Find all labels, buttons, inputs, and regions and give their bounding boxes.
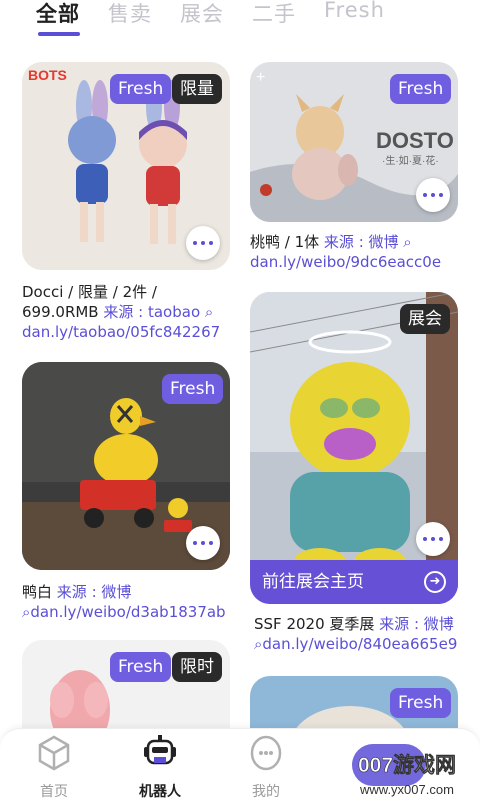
link-icon: ⌕ [204, 303, 214, 321]
card-docci-caption: Docci / 限量 / 2件 / 699.0RMB 来源 : taobao ⌕… [22, 282, 236, 342]
source-label[interactable]: 来源 : 微博 [379, 615, 454, 633]
limited-time-badge: 限时 [172, 652, 222, 682]
fresh-badge: Fresh [110, 74, 172, 104]
nav-me[interactable]: 我的 [226, 733, 306, 800]
card-ssf-exhibition[interactable]: 展会 前往展会主页 ➜ [250, 292, 458, 604]
tab-sale[interactable]: 售卖 [108, 0, 152, 28]
go-to-exhibition-button[interactable]: 前往展会主页 ➜ [250, 560, 458, 604]
more-options-button[interactable] [186, 526, 220, 560]
dosto-subtitle: ·生·如·夏·花· [382, 154, 439, 167]
home-cube-icon [38, 735, 70, 771]
fresh-badge: Fresh [390, 688, 452, 718]
source-label[interactable]: 来源 : 微博 [324, 233, 399, 251]
source-link[interactable]: dan.ly/weibo/840ea665e9 [262, 635, 457, 653]
fresh-badge: Fresh [162, 374, 224, 404]
arrow-right-icon: ➜ [424, 571, 446, 593]
fresh-badge: Fresh [390, 74, 452, 104]
card-taoya-caption: 桃鸭 / 1体 来源 : 微博 ⌕ dan.ly/weibo/9dc6eacc0… [250, 232, 464, 272]
exhibition-cta-label: 前往展会主页 [262, 572, 364, 592]
source-label[interactable]: 来源 : 微博 [57, 583, 132, 601]
watermark-title: 007游戏网 [358, 753, 456, 777]
ssf-plush-image [250, 292, 458, 604]
egg-face-icon [250, 735, 282, 771]
more-options-button[interactable] [416, 178, 450, 212]
nav-robot-label: 机器人 [139, 784, 181, 800]
active-tab-indicator [38, 32, 80, 36]
link-icon: ⌕ [403, 233, 412, 251]
tab-exhibition[interactable]: 展会 [180, 0, 224, 28]
more-options-button[interactable] [416, 522, 450, 556]
nav-home-label: 首页 [40, 784, 68, 800]
watermark-url: www.yx007.com [359, 782, 454, 797]
card-yabai-caption: 鸭白 来源 : 微博 ⌕dan.ly/weibo/d3ab1837ab [22, 582, 236, 622]
more-options-button[interactable] [186, 226, 220, 260]
source-label[interactable]: 来源 : taobao [103, 303, 200, 321]
bots-logo: BOTS [28, 67, 67, 83]
item-description: SSF 2020 夏季展 [254, 615, 375, 633]
category-tabs: 全部 售卖 展会 二手 Fresh [0, 0, 480, 44]
site-watermark: 007游戏网 www.yx007.com [352, 744, 456, 797]
dosto-title: DOSTO [376, 128, 454, 153]
source-link[interactable]: dan.ly/taobao/05fc842267 [22, 323, 220, 341]
svg-text:+: + [256, 69, 265, 86]
exhibition-badge: 展会 [400, 304, 450, 334]
card-taoya[interactable]: DOSTO ·生·如·夏·花· + Fresh [250, 62, 458, 222]
fresh-badge: Fresh [110, 652, 172, 682]
item-description: 桃鸭 / 1体 [250, 233, 320, 251]
nav-robot[interactable]: 机器人 [120, 733, 200, 800]
source-link[interactable]: dan.ly/weibo/d3ab1837ab [30, 603, 225, 621]
tab-fresh[interactable]: Fresh [324, 0, 385, 22]
tab-secondhand[interactable]: 二手 [252, 0, 296, 28]
source-link[interactable]: dan.ly/weibo/9dc6eacc0e [250, 253, 441, 271]
robot-icon [144, 735, 176, 765]
nav-home[interactable]: 首页 [14, 733, 94, 800]
card-ssf-caption: SSF 2020 夏季展 来源 : 微博 ⌕dan.ly/weibo/840ea… [254, 614, 468, 654]
nav-me-label: 我的 [252, 784, 280, 800]
card-docci[interactable]: BOTS Fresh 限量 [22, 62, 230, 270]
card-yabai[interactable]: Fresh [22, 362, 230, 570]
item-description: 鸭白 [22, 583, 53, 601]
limited-badge: 限量 [172, 74, 222, 104]
tab-all[interactable]: 全部 [36, 0, 80, 28]
